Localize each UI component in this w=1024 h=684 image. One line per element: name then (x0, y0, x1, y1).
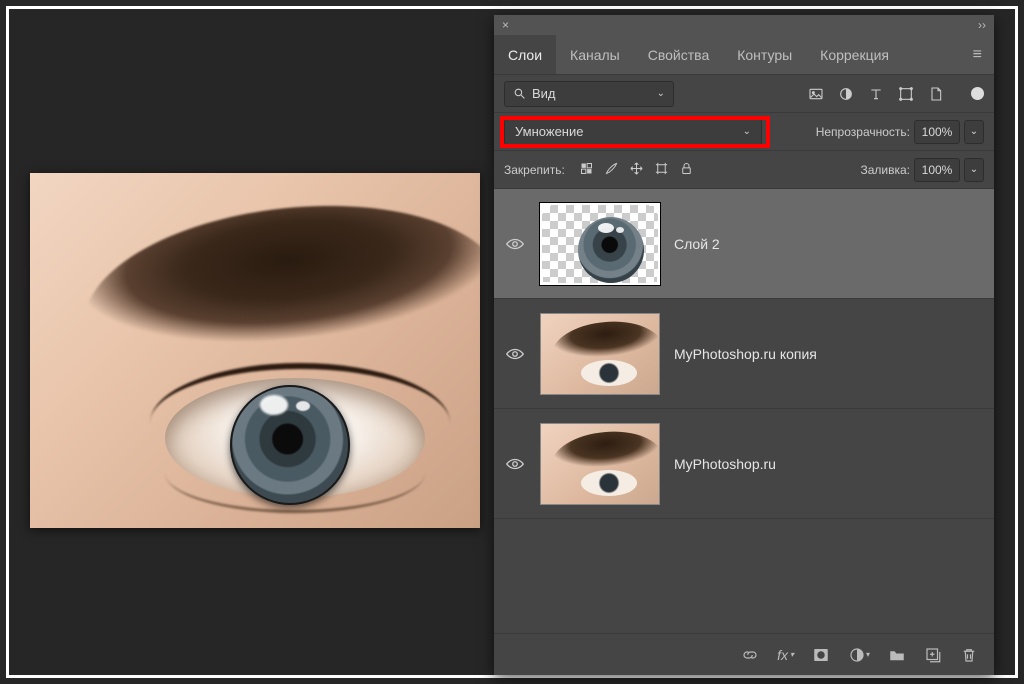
document-canvas[interactable] (30, 173, 480, 528)
layer-thumbnail[interactable] (540, 313, 660, 395)
opacity-dropdown-button[interactable]: ⌄ (964, 120, 984, 144)
search-icon (513, 87, 526, 100)
layer-name-label[interactable]: MyPhotoshop.ru (674, 456, 776, 472)
lock-label: Закрепить: (504, 163, 565, 177)
tab-layers[interactable]: Слои (494, 35, 556, 74)
panel-titlebar: × ›› (494, 15, 994, 35)
filter-smartobj-icon[interactable] (927, 85, 945, 103)
collapse-icon[interactable]: ›› (978, 18, 986, 32)
delete-layer-icon[interactable] (960, 646, 978, 664)
fill-value-input[interactable]: 100% (914, 158, 960, 182)
opacity-label: Непрозрачность: (816, 125, 910, 139)
visibility-toggle[interactable] (504, 458, 526, 470)
fill-dropdown-button[interactable]: ⌄ (964, 158, 984, 182)
new-group-icon[interactable] (888, 646, 906, 664)
visibility-toggle[interactable] (504, 238, 526, 250)
lock-brush-icon[interactable] (604, 161, 619, 179)
tab-paths[interactable]: Контуры (723, 35, 806, 74)
fill-label: Заливка: (860, 163, 910, 177)
lock-row: Закрепить: Заливка: 100% ⌄ (494, 151, 994, 189)
layers-panel: × ›› Слои Каналы Свойства Контуры Коррек… (494, 15, 994, 675)
filter-type-dropdown[interactable]: Вид ⌄ (504, 81, 674, 107)
chevron-down-icon: ⌄ (657, 88, 665, 99)
new-adjustment-icon[interactable]: ▾ (848, 646, 870, 664)
filter-pixel-icon[interactable] (807, 85, 825, 103)
layer-thumbnail[interactable] (540, 203, 660, 285)
layer-list: Слой 2 MyPhotoshop.ru копия MyPhotoshop.… (494, 189, 994, 633)
layer-row[interactable]: Слой 2 (494, 189, 994, 299)
layer-row[interactable]: MyPhotoshop.ru (494, 409, 994, 519)
tab-properties[interactable]: Свойства (634, 35, 723, 74)
layer-thumbnail[interactable] (540, 423, 660, 505)
opacity-group: Непрозрачность: 100% ⌄ (816, 120, 984, 144)
filter-icon-group (807, 85, 984, 103)
panel-menu-icon[interactable]: ≡ (961, 46, 994, 64)
layer-style-icon[interactable]: fx▾ (777, 647, 794, 663)
lock-artboard-icon[interactable] (654, 161, 669, 179)
lock-transparent-icon[interactable] (579, 161, 594, 179)
close-icon[interactable]: × (502, 18, 509, 32)
blend-mode-value: Умножение (515, 124, 583, 139)
opacity-value-input[interactable]: 100% (914, 120, 960, 144)
fill-group: Заливка: 100% ⌄ (860, 158, 984, 182)
panel-footer: fx▾ ▾ (494, 633, 994, 675)
visibility-toggle[interactable] (504, 348, 526, 360)
tab-channels[interactable]: Каналы (556, 35, 634, 74)
link-layers-icon[interactable] (741, 646, 759, 664)
panel-tabs: Слои Каналы Свойства Контуры Коррекция ≡ (494, 35, 994, 75)
add-mask-icon[interactable] (812, 646, 830, 664)
layer-row[interactable]: MyPhotoshop.ru копия (494, 299, 994, 409)
tab-adjustments[interactable]: Коррекция (806, 35, 903, 74)
blend-mode-row: Умножение ⌄ Непрозрачность: 100% ⌄ (494, 113, 994, 151)
filter-type-icon[interactable] (867, 85, 885, 103)
filter-type-label: Вид (532, 86, 556, 101)
filter-shape-icon[interactable] (897, 85, 915, 103)
blend-mode-dropdown[interactable]: Умножение ⌄ (504, 119, 762, 145)
filter-adjust-icon[interactable] (837, 85, 855, 103)
filter-toggle-switch[interactable] (971, 87, 984, 100)
new-layer-icon[interactable] (924, 646, 942, 664)
lock-all-icon[interactable] (679, 161, 694, 179)
layer-name-label[interactable]: Слой 2 (674, 236, 720, 252)
chevron-down-icon: ⌄ (743, 126, 751, 137)
layer-name-label[interactable]: MyPhotoshop.ru копия (674, 346, 817, 362)
layer-filter-row: Вид ⌄ (494, 75, 994, 113)
lock-move-icon[interactable] (629, 161, 644, 179)
